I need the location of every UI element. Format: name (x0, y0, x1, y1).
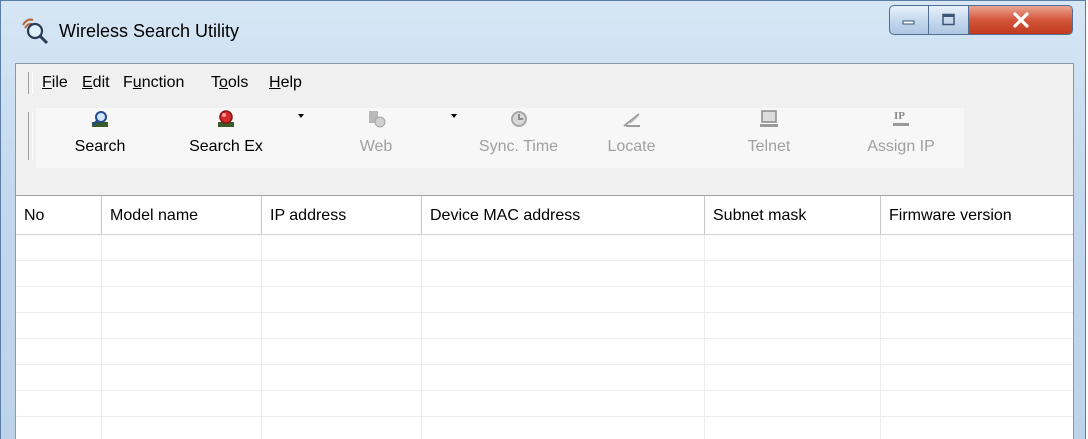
title-bar[interactable]: Wireless Search Utility (1, 1, 1085, 63)
column-header-ip-address[interactable]: IP address (262, 196, 422, 234)
column-header-mac-address[interactable]: Device MAC address (422, 196, 705, 234)
toolbar-grip[interactable] (28, 112, 33, 160)
search-ex-label: Search Ex (189, 138, 263, 155)
assign-ip-label: Assign IP (867, 138, 935, 155)
search-ex-button[interactable]: Search Ex (176, 108, 276, 164)
search-ex-dropdown-arrow[interactable] (298, 114, 304, 118)
client-area: File Edit Function Tools Help Search Sea… (15, 63, 1074, 439)
search-ex-icon (218, 110, 234, 127)
mnemonic-underline: F (42, 74, 52, 91)
sync-time-label: Sync. Time (478, 138, 559, 155)
grid-row-line (16, 390, 1073, 391)
grid-row-line (16, 364, 1073, 365)
column-header-no[interactable]: No (16, 196, 102, 234)
grid-row-line (16, 286, 1073, 287)
locate-label: Locate (607, 138, 656, 155)
locate-button[interactable]: Locate (594, 108, 669, 164)
minimize-button[interactable] (889, 5, 929, 35)
web-dropdown-arrow[interactable] (451, 114, 457, 118)
table-body[interactable] (16, 235, 1073, 439)
telnet-button[interactable]: Telnet (734, 108, 804, 164)
toolbar: Search Search Ex Web Sync. Time Locate T… (16, 100, 1073, 196)
grid-row-line (16, 338, 1073, 339)
assign-ip-icon: IP (893, 110, 909, 126)
grid-column-line (261, 235, 262, 439)
menu-edit[interactable]: Edit (82, 74, 110, 92)
window-title: Wireless Search Utility (59, 21, 240, 41)
grid-row-line (16, 416, 1073, 417)
menu-grip[interactable] (28, 72, 33, 94)
mnemonic-underline: o (219, 74, 228, 91)
search-icon (92, 111, 108, 127)
menu-bar: File Edit Function Tools Help (16, 64, 1073, 100)
svg-text:IP: IP (894, 110, 905, 122)
window-frame-right (1073, 63, 1085, 439)
grid-column-line (101, 235, 102, 439)
menu-tools[interactable]: Tools (211, 74, 248, 92)
wireless-search-app-icon (22, 18, 49, 45)
maximize-button[interactable] (929, 5, 969, 35)
app-window: Wireless Search Utility File Edit Functi… (0, 0, 1086, 439)
grid-row-line (16, 312, 1073, 313)
grid-column-line (421, 235, 422, 439)
menu-help[interactable]: Help (269, 74, 302, 92)
menu-function[interactable]: Function (123, 74, 184, 92)
menu-file[interactable]: File (42, 74, 68, 92)
search-label: Search (74, 138, 126, 155)
mnemonic-underline: H (269, 74, 281, 91)
grid-column-line (704, 235, 705, 439)
sync-time-icon (510, 111, 527, 127)
column-header-firmware-version[interactable]: Firmware version (881, 196, 1073, 234)
locate-icon (622, 113, 640, 127)
telnet-icon (760, 110, 778, 127)
grid-column-line (880, 235, 881, 439)
search-button[interactable]: Search (60, 108, 140, 164)
column-header-subnet-mask[interactable]: Subnet mask (705, 196, 881, 234)
grid-row-line (16, 260, 1073, 261)
close-icon (1012, 12, 1029, 28)
minimize-icon (902, 20, 915, 25)
window-frame-left (1, 63, 14, 439)
mnemonic-underline: E (82, 74, 93, 91)
column-header-model-name[interactable]: Model name (102, 196, 262, 234)
device-table: No Model name IP address Device MAC addr… (16, 196, 1073, 439)
close-button[interactable] (969, 5, 1073, 35)
web-icon (369, 111, 386, 128)
assign-ip-button[interactable]: IP Assign IP (851, 108, 951, 164)
web-button[interactable]: Web (346, 108, 406, 164)
table-header: No Model name IP address Device MAC addr… (16, 196, 1073, 235)
sync-time-button[interactable]: Sync. Time (466, 108, 571, 164)
telnet-label: Telnet (747, 138, 791, 155)
web-label: Web (359, 138, 393, 155)
mnemonic-underline: u (132, 74, 142, 91)
maximize-icon (941, 13, 955, 26)
